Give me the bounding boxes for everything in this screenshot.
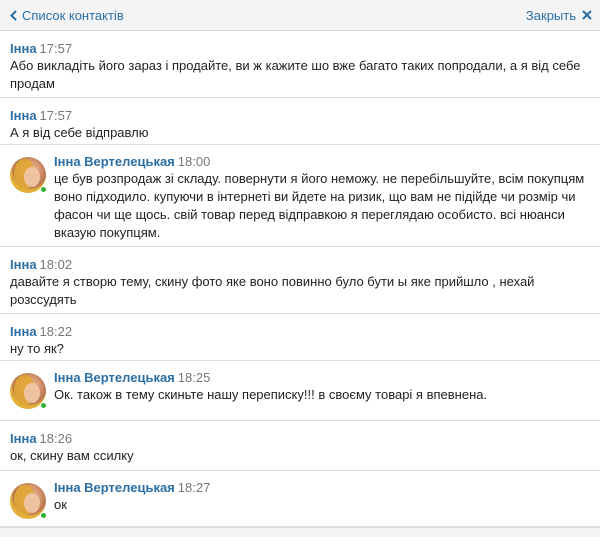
message-item: Інна Вертелецькая 18:00 це був розпродаж …: [0, 145, 600, 247]
message-item: Інна 17:57 Або викладіть його зараз і про…: [0, 31, 600, 98]
message-item: Інна 17:57 А я від себе відправлю: [0, 98, 600, 145]
avatar[interactable]: [10, 157, 47, 193]
message-time: 18:02: [39, 257, 73, 272]
message-text: це був розпродаж зі складу. повернути я …: [54, 171, 585, 240]
chat-header: Список контактів Закрыть: [0, 0, 600, 31]
avatar[interactable]: [10, 373, 47, 409]
online-status-icon: [40, 186, 47, 193]
message-time: 18:26: [39, 431, 73, 446]
message-author[interactable]: Інна Вертелецькая: [54, 370, 175, 385]
message-text: Або викладіть його зараз і продайте, ви …: [10, 58, 581, 91]
message-text: давайте я створю тему, скину фото яке во…: [10, 274, 535, 307]
message-author[interactable]: Інна: [10, 324, 37, 339]
message-author[interactable]: Інна: [10, 431, 37, 446]
message-time: 18:27: [177, 480, 211, 495]
message-item: Інна Вертелецькая 18:25 Ок. також в тему …: [0, 361, 600, 421]
message-item: Інна Вертелецькая 18:27 ок: [0, 471, 600, 527]
message-text: А я від себе відправлю: [10, 125, 149, 140]
message-author[interactable]: Інна Вертелецькая: [54, 480, 175, 495]
message-item: Інна 18:22 ну то як?: [0, 314, 600, 361]
message-item: Інна 18:26 ок, скину вам ссилку: [0, 421, 600, 471]
message-time: 17:57: [39, 108, 73, 123]
message-thread[interactable]: Інна 17:57 Або викладіть його зараз і про…: [0, 31, 600, 553]
close-button[interactable]: Закрыть: [526, 8, 592, 23]
message-item: Інна 18:02 давайте я створю тему, скину ф…: [0, 247, 600, 314]
close-icon: [582, 10, 592, 20]
message-text: ок, скину вам ссилку: [10, 448, 134, 463]
message-time: 18:00: [177, 154, 211, 169]
message-text: ну то як?: [10, 341, 64, 356]
avatar[interactable]: [10, 483, 47, 519]
close-label: Закрыть: [525, 7, 576, 23]
message-author[interactable]: Інна Вертелецькая: [54, 154, 175, 169]
chevron-left-icon: [10, 9, 17, 21]
message-time: 18:25: [177, 370, 211, 385]
message-author[interactable]: Інна: [10, 41, 37, 56]
online-status-icon: [40, 512, 47, 519]
back-to-contacts-link[interactable]: Список контактів: [10, 8, 124, 23]
message-author[interactable]: Інна: [10, 108, 37, 123]
message-author[interactable]: Інна: [10, 257, 37, 272]
thread-footer: [0, 527, 600, 537]
message-time: 17:57: [39, 41, 73, 56]
online-status-icon: [40, 402, 47, 409]
back-label: Список контактів: [22, 7, 124, 23]
message-text: ок: [54, 497, 67, 512]
message-time: 18:22: [39, 324, 73, 339]
message-text: Ок. також в тему скиньте нашу переписку!…: [54, 387, 488, 402]
